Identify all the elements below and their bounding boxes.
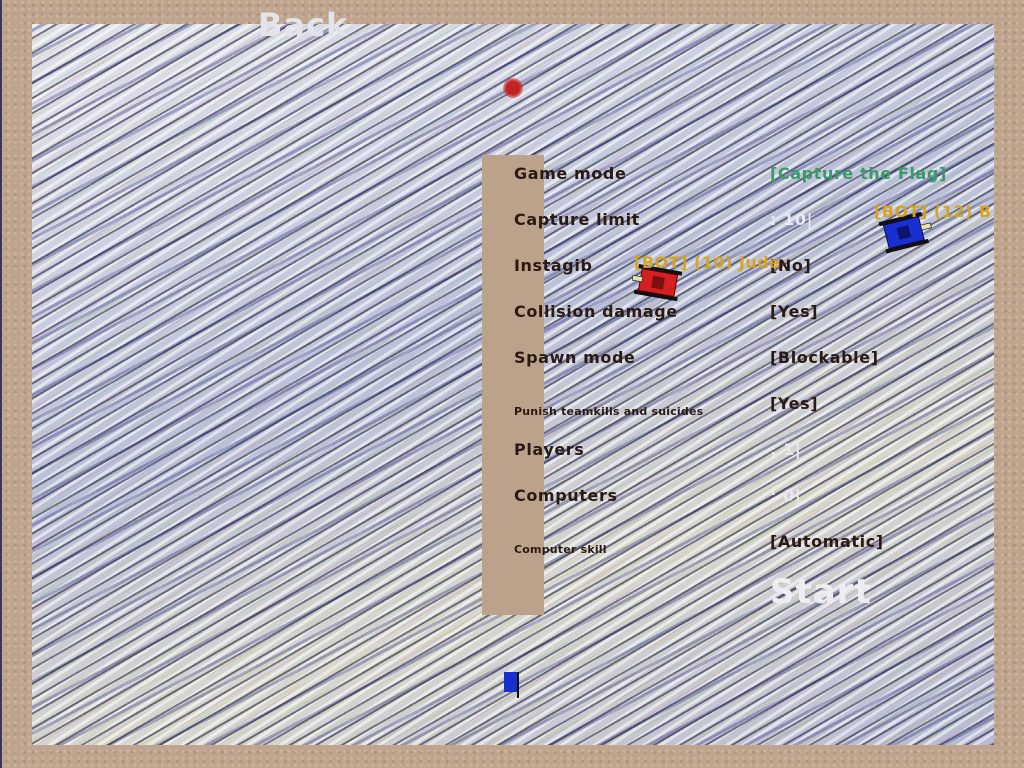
computers-label[interactable]: Computers (514, 486, 618, 505)
computer-skill-label[interactable]: Computer skill (514, 543, 607, 556)
start-button[interactable]: Start (770, 572, 872, 612)
game-mode-value[interactable]: [Capture the Flag] (770, 164, 947, 183)
collision-damage-value[interactable]: [Yes] (770, 302, 818, 321)
screen-edge (0, 0, 2, 768)
blue-flag-icon (504, 672, 519, 698)
players-label[interactable]: Players (514, 440, 584, 459)
punish-teamkills-value[interactable]: [Yes] (770, 394, 818, 413)
spawn-mode-value[interactable]: [Blockable] (770, 348, 879, 367)
red-bot-name: [BOT] (10) Jude (634, 253, 781, 272)
punish-teamkills-label[interactable]: Punish teamkills and suicides (514, 405, 703, 418)
blue-bot-name: [BOT] (12) B (874, 202, 992, 221)
computer-skill-value[interactable]: [Automatic] (770, 532, 884, 551)
players-input[interactable]: : 1| (770, 440, 801, 459)
back-button[interactable]: Back (258, 6, 348, 44)
capture-limit-label[interactable]: Capture limit (514, 210, 640, 229)
capture-limit-input[interactable]: : 10| (770, 210, 813, 229)
instagib-label[interactable]: Instagib (514, 256, 593, 275)
spawn-mode-label[interactable]: Spawn mode (514, 348, 635, 367)
red-flag-icon (503, 78, 523, 98)
collision-damage-label[interactable]: Collision damage (514, 302, 678, 321)
game-mode-label[interactable]: Game mode (514, 164, 626, 183)
computers-input[interactable]: : 0| (770, 486, 801, 505)
